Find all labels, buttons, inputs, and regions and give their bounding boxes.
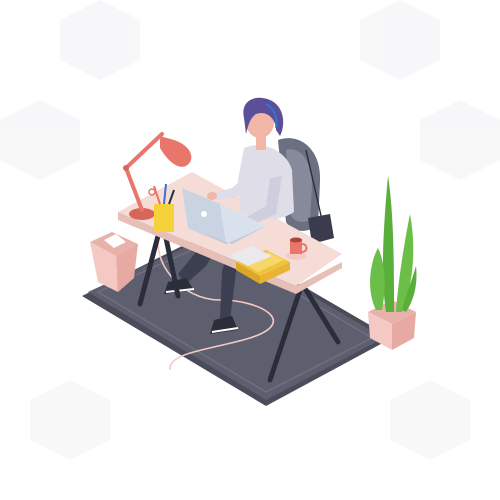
apple-logo-icon	[201, 211, 207, 217]
office-desk-illustration	[0, 0, 500, 460]
lamp-shade	[160, 136, 192, 167]
hand-left	[207, 192, 217, 200]
neck	[256, 136, 266, 150]
plant	[368, 176, 417, 350]
